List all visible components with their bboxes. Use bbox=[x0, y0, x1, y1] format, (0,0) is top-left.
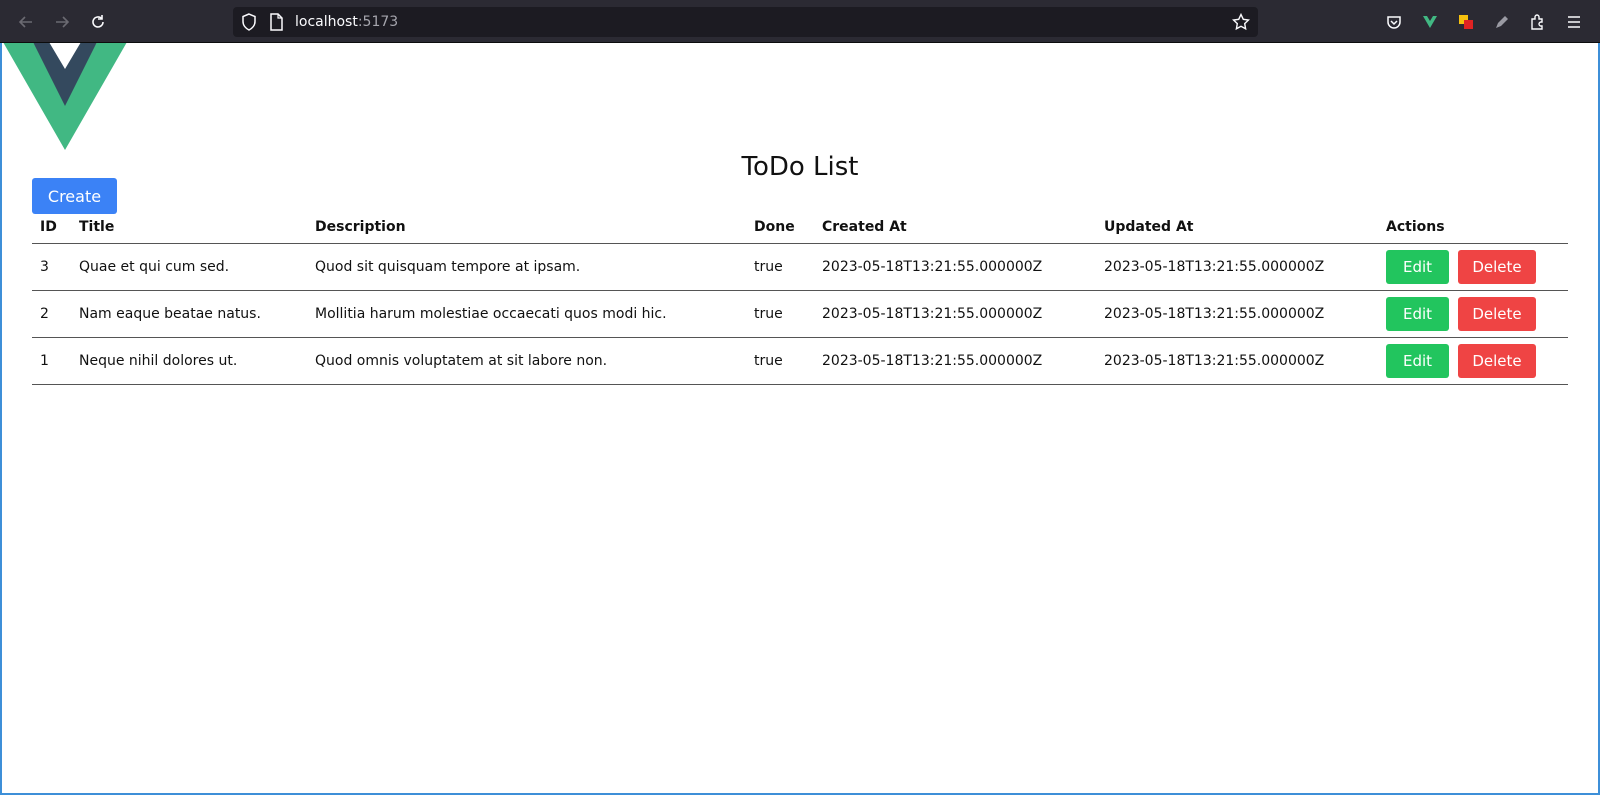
header-actions: Actions bbox=[1378, 212, 1568, 244]
header-id: ID bbox=[32, 212, 71, 244]
table-header-row: ID Title Description Done Created At Upd… bbox=[32, 212, 1568, 244]
pocket-icon[interactable] bbox=[1382, 10, 1406, 34]
star-icon[interactable] bbox=[1231, 12, 1251, 35]
shield-icon[interactable] bbox=[241, 13, 257, 35]
edit-button[interactable]: Edit bbox=[1386, 343, 1449, 378]
cell-created-at: 2023-05-18T13:21:55.000000Z bbox=[814, 337, 1096, 385]
header-title: Title bbox=[71, 212, 307, 244]
delete-button[interactable]: Delete bbox=[1458, 249, 1536, 284]
create-button[interactable]: Create bbox=[32, 178, 117, 214]
menu-icon[interactable] bbox=[1562, 10, 1586, 34]
cell-description: Quod omnis voluptatem at sit labore non. bbox=[307, 337, 746, 385]
delete-button[interactable]: Delete bbox=[1458, 296, 1536, 331]
header-done: Done bbox=[746, 212, 814, 244]
header-created-at: Created At bbox=[814, 212, 1096, 244]
cell-created-at: 2023-05-18T13:21:55.000000Z bbox=[814, 290, 1096, 338]
cell-id: 3 bbox=[32, 243, 71, 291]
extension-icon[interactable] bbox=[1454, 10, 1478, 34]
table-row: 2 Nam eaque beatae natus. Mollitia harum… bbox=[32, 290, 1568, 338]
cell-updated-at: 2023-05-18T13:21:55.000000Z bbox=[1096, 337, 1378, 385]
back-arrow-icon[interactable] bbox=[14, 10, 38, 34]
url-bar[interactable]: localhost:5173 bbox=[233, 7, 1258, 37]
pen-icon[interactable] bbox=[1490, 10, 1514, 34]
url-host: localhost bbox=[295, 14, 358, 30]
todo-table: ID Title Description Done Created At Upd… bbox=[32, 212, 1568, 385]
cell-actions: Edit Delete bbox=[1378, 337, 1568, 385]
vue-logo bbox=[3, 42, 127, 155]
table-row: 3 Quae et qui cum sed. Quod sit quisquam… bbox=[32, 243, 1568, 291]
cell-actions: Edit Delete bbox=[1378, 290, 1568, 338]
cell-title: Neque nihil dolores ut. bbox=[71, 337, 307, 385]
page-title: ToDo List bbox=[741, 152, 859, 182]
cell-done: true bbox=[746, 290, 814, 338]
cell-updated-at: 2023-05-18T13:21:55.000000Z bbox=[1096, 290, 1378, 338]
header-description: Description bbox=[307, 212, 746, 244]
cell-done: true bbox=[746, 243, 814, 291]
forward-arrow-icon[interactable] bbox=[50, 10, 74, 34]
cell-title: Nam eaque beatae natus. bbox=[71, 290, 307, 338]
cell-description: Quod sit quisquam tempore at ipsam. bbox=[307, 243, 746, 291]
cell-actions: Edit Delete bbox=[1378, 243, 1568, 291]
delete-button[interactable]: Delete bbox=[1458, 343, 1536, 378]
edit-button[interactable]: Edit bbox=[1386, 296, 1449, 331]
table-row: 1 Neque nihil dolores ut. Quod omnis vol… bbox=[32, 337, 1568, 385]
cell-updated-at: 2023-05-18T13:21:55.000000Z bbox=[1096, 243, 1378, 291]
header-updated-at: Updated At bbox=[1096, 212, 1378, 244]
vue-devtools-icon[interactable] bbox=[1418, 10, 1442, 34]
cell-id: 2 bbox=[32, 290, 71, 338]
puzzle-icon[interactable] bbox=[1526, 10, 1550, 34]
cell-title: Quae et qui cum sed. bbox=[71, 243, 307, 291]
edit-button[interactable]: Edit bbox=[1386, 249, 1449, 284]
cell-id: 1 bbox=[32, 337, 71, 385]
cell-done: true bbox=[746, 337, 814, 385]
cell-created-at: 2023-05-18T13:21:55.000000Z bbox=[814, 243, 1096, 291]
url-port: :5173 bbox=[357, 14, 399, 30]
page-icon bbox=[269, 13, 283, 35]
reload-icon[interactable] bbox=[86, 10, 110, 34]
url-text: localhost:5173 bbox=[295, 13, 398, 31]
browser-toolbar: localhost:5173 bbox=[0, 0, 1600, 43]
cell-description: Mollitia harum molestiae occaecati quos … bbox=[307, 290, 746, 338]
